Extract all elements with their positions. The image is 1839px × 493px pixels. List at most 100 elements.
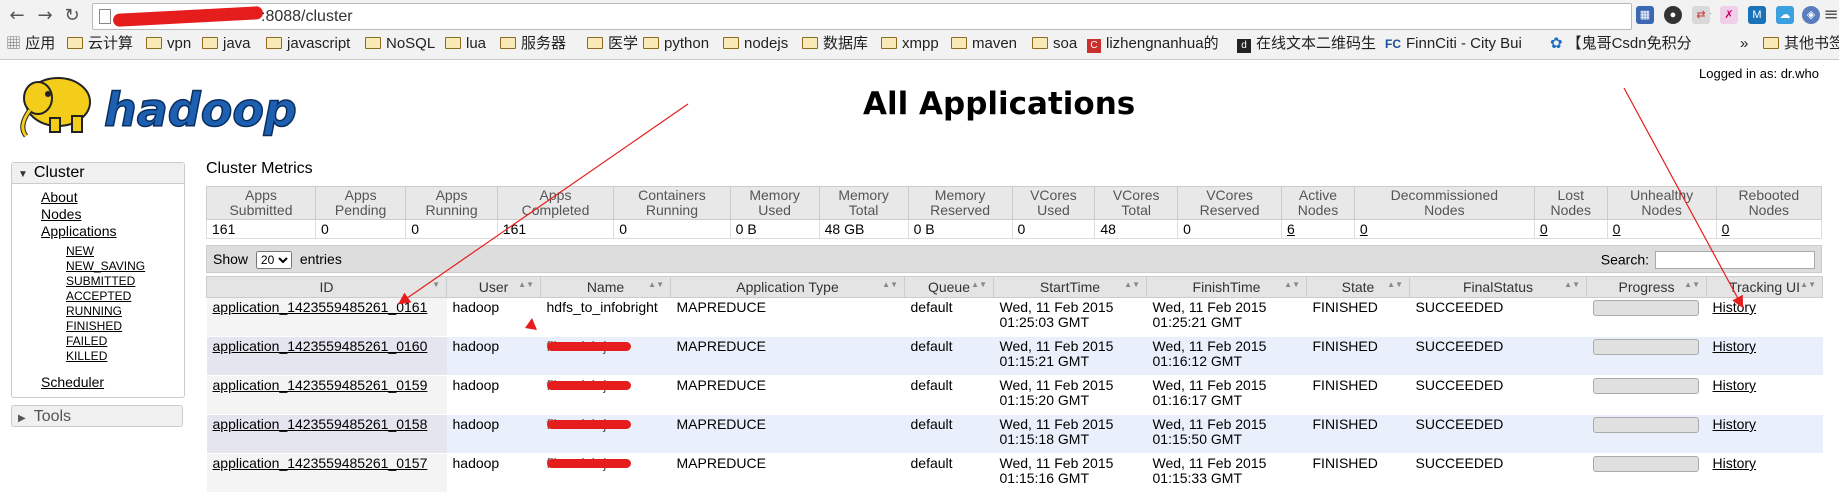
sidebar-state-new-saving[interactable]: NEW_SAVING (66, 259, 145, 273)
column-header[interactable]: Application Type ▲▼ (670, 276, 905, 298)
column-header[interactable]: StartTime ▲▼ (993, 276, 1147, 298)
app-state: FINISHED (1306, 297, 1410, 337)
back-icon[interactable]: ← (6, 5, 28, 27)
column-header[interactable]: Queue ▲▼ (904, 276, 994, 298)
column-header[interactable]: State ▲▼ (1306, 276, 1410, 298)
sidebar-state-submitted[interactable]: SUBMITTED (66, 274, 135, 288)
bookmark-site[interactable]: Clizhengnanhua的 (1087, 33, 1219, 55)
search-input[interactable] (1655, 251, 1815, 269)
bookmark-folder[interactable]: 医学 (587, 33, 638, 55)
sidebar-link-about[interactable]: About (41, 189, 78, 205)
app-id-link[interactable]: application_1423559485261_0159 (213, 377, 428, 393)
app-state: FINISHED (1306, 414, 1410, 454)
sidebar-state-new[interactable]: NEW (66, 244, 94, 258)
sidebar-state-finished[interactable]: FINISHED (66, 319, 122, 333)
applications-table: ID ▼ User ▲▼ Name ▲▼ Application Type ▲▼ Queue ▲▼… (206, 276, 1823, 493)
metric-cell[interactable]: 6 (1281, 219, 1355, 239)
page-size-select[interactable]: 20 (255, 251, 292, 269)
bookmark-folder[interactable]: lua (445, 33, 486, 55)
tools-accordion-header[interactable]: ▶ Tools (11, 405, 183, 427)
column-header[interactable]: FinalStatus ▲▼ (1409, 276, 1587, 298)
metric-cell[interactable]: 0 (1715, 219, 1823, 239)
sidebar-state-running[interactable]: RUNNING (66, 304, 122, 318)
extension-bookmark-icon[interactable]: ▦ (1636, 6, 1654, 24)
bookmark-folder[interactable]: java (202, 33, 251, 55)
metric-value-link[interactable]: 0 (1360, 221, 1368, 237)
bookmark-folder[interactable]: 数据库 (802, 33, 868, 55)
column-header[interactable]: User ▲▼ (446, 276, 541, 298)
column-header[interactable]: Tracking UI ▲▼ (1706, 276, 1823, 298)
sidebar-link-applications[interactable]: Applications (41, 223, 117, 239)
app-queue: default (904, 297, 994, 337)
metric-value-link[interactable]: 0 (1540, 221, 1548, 237)
extension-m-icon[interactable]: M (1748, 6, 1766, 24)
bookmark-folder[interactable]: NoSQL (365, 33, 435, 55)
metric-cell[interactable]: 0 (1606, 219, 1717, 239)
folder-icon (1763, 37, 1779, 49)
cluster-metrics-title: Cluster Metrics (206, 160, 313, 177)
sidebar-state-failed[interactable]: FAILED (66, 334, 107, 348)
folder-icon (266, 37, 282, 49)
bookmark-apps[interactable]: ▦ 应用 (6, 33, 55, 55)
table-row: application_1423559485261_0160 hadoop file… (206, 336, 1823, 376)
bookmark-folder[interactable]: python (643, 33, 709, 55)
bookmark-folder[interactable]: 云计算 (67, 33, 133, 55)
app-user: hadoop (446, 453, 541, 493)
extension-translate-icon[interactable]: ⇄ (1692, 6, 1710, 24)
bookmark-folder[interactable]: xmpp (881, 33, 939, 55)
sidebar-state-killed[interactable]: KILLED (66, 349, 107, 363)
metric-value-link[interactable]: 0 (1613, 221, 1621, 237)
tracking-ui-link[interactable]: History (1713, 416, 1757, 432)
column-header[interactable]: Progress ▲▼ (1586, 276, 1707, 298)
sort-icon: ▲▼ (1800, 280, 1816, 289)
hadoop-elephant-icon: hadoop (20, 77, 298, 138)
extension-scissors-icon[interactable]: ✗ (1720, 6, 1738, 24)
app-id-link[interactable]: application_1423559485261_0161 (213, 299, 428, 315)
column-header[interactable]: ID ▼ (206, 276, 447, 298)
bookmark-folder[interactable]: vpn (146, 33, 191, 55)
app-name: fileerdsh.jar (540, 453, 671, 493)
metric-value-link[interactable]: 6 (1287, 221, 1295, 237)
extension-cloud-icon[interactable]: ☁ (1776, 6, 1794, 24)
address-bar[interactable]: :8088/cluster ☆ (92, 3, 1713, 30)
app-tracking: History (1706, 336, 1823, 376)
app-queue: default (904, 414, 994, 454)
extension-chrome-icon[interactable]: ● (1664, 6, 1682, 24)
metric-cell[interactable]: 0 (1533, 219, 1608, 239)
tracking-ui-link[interactable]: History (1713, 455, 1757, 471)
redaction-scrawl (546, 459, 631, 468)
bookmark-site[interactable]: d 在线文本二维码生 (1237, 33, 1376, 55)
forward-icon[interactable]: → (34, 5, 56, 27)
bookmark-folder[interactable]: soa (1032, 33, 1077, 55)
app-start-time: Wed, 11 Feb 2015 01:15:16 GMT (993, 453, 1147, 493)
app-finish-time: Wed, 11 Feb 2015 01:15:33 GMT (1146, 453, 1307, 493)
column-header[interactable]: Name ▲▼ (540, 276, 671, 298)
tracking-ui-link[interactable]: History (1713, 377, 1757, 393)
app-type: MAPREDUCE (670, 336, 905, 376)
app-id-link[interactable]: application_1423559485261_0158 (213, 416, 428, 432)
reload-icon[interactable]: ↻ (61, 5, 83, 27)
app-name: hdfs_to_infobright (540, 297, 671, 337)
menu-icon[interactable]: ≡ (1820, 4, 1839, 26)
bookmark-folder[interactable]: javascript (266, 33, 350, 55)
bookmark-folder[interactable]: nodejs (723, 33, 788, 55)
metric-value-link[interactable]: 0 (1722, 221, 1730, 237)
bookmarks-more[interactable]: » (1740, 33, 1748, 55)
app-id-link[interactable]: application_1423559485261_0157 (213, 455, 428, 471)
bookmark-folder[interactable]: maven (951, 33, 1017, 55)
app-id-link[interactable]: application_1423559485261_0160 (213, 338, 428, 354)
bookmark-site[interactable]: FC FinnCiti - City Bui (1385, 33, 1522, 55)
extension-globe-icon[interactable]: ◈ (1802, 6, 1820, 24)
bookmark-site[interactable]: ✿ 【鬼哥Csdn免积分 (1550, 33, 1692, 55)
column-header[interactable]: FinishTime ▲▼ (1146, 276, 1307, 298)
bookmark-folder[interactable]: 其他书签 (1763, 33, 1839, 55)
bookmark-folder[interactable]: 服务器 (500, 33, 566, 55)
sidebar-link-scheduler[interactable]: Scheduler (41, 374, 104, 390)
tracking-ui-link[interactable]: History (1713, 338, 1757, 354)
sidebar-state-accepted[interactable]: ACCEPTED (66, 289, 131, 303)
sidebar-link-nodes[interactable]: Nodes (41, 206, 81, 222)
folder-icon (365, 37, 381, 49)
cluster-accordion-header[interactable]: ▼ Cluster (12, 163, 184, 184)
tracking-ui-link[interactable]: History (1713, 299, 1757, 315)
metric-cell[interactable]: 0 (1353, 219, 1535, 239)
